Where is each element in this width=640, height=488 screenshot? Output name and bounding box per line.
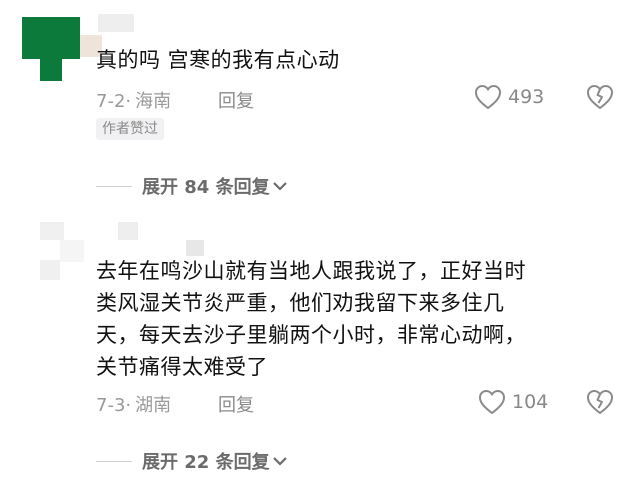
- like-count: 104: [512, 391, 549, 413]
- comment-meta: 7-3· 湖南: [96, 395, 172, 416]
- reply-button[interactable]: 回复: [218, 391, 254, 417]
- comment-meta: 7-2· 海南: [96, 91, 172, 112]
- comment-date: 7-2: [96, 91, 126, 112]
- username[interactable]: [98, 14, 134, 32]
- username[interactable]: [186, 240, 204, 256]
- like-button[interactable]: 493: [474, 84, 544, 110]
- chevron-down-icon: [272, 457, 287, 466]
- avatar[interactable]: [22, 17, 102, 81]
- like-button[interactable]: 104: [478, 389, 548, 415]
- comment-location: 湖南: [135, 395, 172, 416]
- broken-heart-icon[interactable]: [586, 389, 614, 415]
- comment-text: 去年在鸣沙山就有当地人跟我说了，正好当时 类风湿关节炎严重，他们劝我留下来多住几…: [96, 259, 526, 379]
- broken-heart-icon[interactable]: [586, 84, 614, 110]
- like-count: 493: [508, 86, 545, 108]
- expand-replies-button[interactable]: 展开 22 条回复: [96, 448, 288, 474]
- heart-outline-icon: [474, 84, 502, 110]
- heart-outline-icon: [478, 389, 506, 415]
- comment-date: 7-3: [96, 395, 126, 416]
- expand-replies-label: 展开 84 条回复: [142, 177, 270, 198]
- divider-line: [96, 185, 132, 187]
- expand-replies-button[interactable]: 展开 84 条回复: [96, 173, 288, 199]
- chevron-down-icon: [272, 182, 287, 191]
- expand-replies-label: 展开 22 条回复: [142, 452, 270, 473]
- comment-text: 真的吗 宫寒的我有点心动: [96, 48, 340, 72]
- divider-line: [96, 460, 132, 462]
- author-liked-badge: 作者赞过: [96, 118, 164, 140]
- avatar[interactable]: [40, 222, 138, 284]
- reply-button[interactable]: 回复: [218, 87, 254, 113]
- comment-location: 海南: [135, 91, 172, 112]
